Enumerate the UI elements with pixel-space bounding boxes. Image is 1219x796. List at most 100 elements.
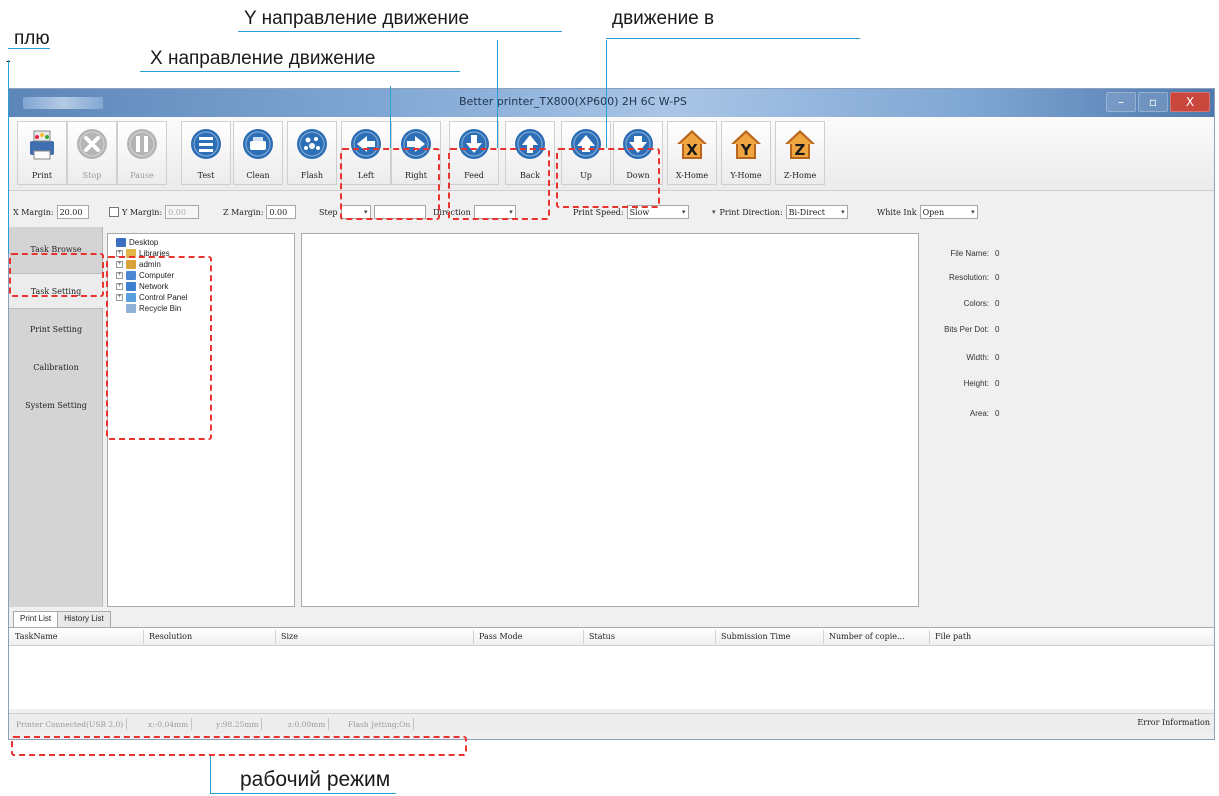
minimize-button[interactable]: – <box>1106 92 1136 112</box>
expand-icon[interactable]: + <box>116 250 123 257</box>
z-margin-field: Z Margin: 0.00 <box>223 205 297 219</box>
tree-item[interactable]: + Computer <box>116 270 174 281</box>
up-button[interactable]: Up <box>561 121 611 185</box>
folder-icon <box>126 282 136 291</box>
back-label: Back <box>520 171 540 180</box>
nav-item-system-setting[interactable]: System Setting <box>9 387 103 423</box>
tree-item[interactable]: Recycle Bin <box>116 303 181 314</box>
error-information[interactable]: Error Information <box>1137 718 1210 727</box>
tab-print-list[interactable]: Print List <box>13 611 59 627</box>
clean-button[interactable]: Clean <box>233 121 283 185</box>
column-header[interactable]: Resolution <box>149 632 192 641</box>
white-ink-select[interactable]: Open ▾ <box>919 205 978 219</box>
info-label: Colors: <box>963 299 989 308</box>
tree-item[interactable]: + Network <box>116 281 168 292</box>
tree-item[interactable]: + Libraries <box>116 248 170 259</box>
test-button[interactable]: Test <box>181 121 231 185</box>
direction-select[interactable]: ▾ <box>473 205 516 219</box>
back-button[interactable]: Back <box>505 121 555 185</box>
column-header[interactable]: Status <box>589 632 615 641</box>
column-divider[interactable] <box>275 630 276 644</box>
folder-icon <box>126 293 136 302</box>
zhome-button[interactable]: Z Z-Home <box>775 121 825 185</box>
feed-button[interactable]: Feed <box>449 121 499 185</box>
print-speed-value: Slow <box>629 207 650 217</box>
right-button[interactable]: Right <box>391 121 441 185</box>
close-button[interactable]: X <box>1170 92 1210 112</box>
column-divider[interactable] <box>583 630 584 644</box>
tree-item-label: Recycle Bin <box>139 304 182 313</box>
y-margin-input[interactable]: 0.00 <box>165 205 200 219</box>
expand-icon[interactable]: + <box>116 261 123 268</box>
annotation-plus: плю <box>14 28 50 49</box>
title-bar: Better printer_TX800(XP600) 2H 6C W-PS –… <box>9 89 1214 117</box>
arrow-right-icon <box>399 122 433 165</box>
nav-item-task-setting[interactable]: Task Setting <box>9 273 103 309</box>
x-margin-field: X Margin: 20.00 <box>13 205 89 219</box>
leader-line <box>8 60 9 254</box>
column-header[interactable]: Pass Mode <box>479 632 522 641</box>
down-button[interactable]: Down <box>613 121 663 185</box>
print-direction-select[interactable]: Bi-Direct ▾ <box>785 205 848 219</box>
annotation-underline <box>8 48 50 49</box>
tree-item[interactable]: + Control Panel <box>116 292 187 303</box>
column-header[interactable]: Submission Time <box>721 632 790 641</box>
column-divider[interactable] <box>823 630 824 644</box>
expand-icon[interactable]: + <box>116 294 123 301</box>
stop-icon <box>75 122 109 165</box>
status-segment: Printer Connected(USB 2.0) <box>13 718 128 730</box>
tree-item[interactable]: + admin <box>116 259 161 270</box>
app-window: Better printer_TX800(XP600) 2H 6C W-PS –… <box>8 88 1215 740</box>
printer-icon <box>25 122 59 165</box>
maximize-button[interactable]: ▫ <box>1138 92 1168 112</box>
direction-label: Direction <box>433 207 471 217</box>
y-margin-checkbox[interactable] <box>109 207 119 217</box>
step-select[interactable]: ▾ <box>340 205 371 219</box>
app-logo-icon <box>23 97 103 109</box>
chevron-down-icon: ▾ <box>509 208 513 216</box>
flash-icon <box>295 122 329 165</box>
info-label: Bits Per Dot: <box>944 325 989 334</box>
y-margin-field: Y Margin: 0.00 <box>109 205 200 219</box>
nav-item-task-browse[interactable]: Task Browse <box>9 231 103 267</box>
tree-item-label: Network <box>139 282 169 291</box>
column-header[interactable]: File path <box>935 632 971 641</box>
leader-line <box>606 40 607 148</box>
folder-icon <box>116 238 126 247</box>
flash-button[interactable]: Flash <box>287 121 337 185</box>
expand-icon[interactable]: + <box>116 272 123 279</box>
status-bar: Error Information Printer Connected(USB … <box>9 713 1214 733</box>
print-button[interactable]: Print <box>17 121 67 185</box>
column-divider[interactable] <box>473 630 474 644</box>
window-title: Better printer_TX800(XP600) 2H 6C W-PS <box>459 95 687 108</box>
tab-history-list[interactable]: History List <box>57 611 111 627</box>
column-divider[interactable] <box>929 630 930 644</box>
info-value: 0 <box>995 379 1000 388</box>
test-label: Test <box>197 171 215 180</box>
pause-button[interactable]: Pause <box>117 121 167 185</box>
stop-button[interactable]: Stop <box>67 121 117 185</box>
column-header[interactable]: Number of copie... <box>829 632 905 641</box>
info-row: Colors: 0 <box>925 299 1045 308</box>
nav-item-calibration[interactable]: Calibration <box>9 349 103 385</box>
step-field: Step ▾ <box>319 205 426 219</box>
tree-item[interactable]: Desktop <box>116 237 158 248</box>
stop-label: Stop <box>82 171 102 180</box>
info-value: 0 <box>995 273 1000 282</box>
info-row: File Name: 0 <box>925 249 1045 258</box>
expand-icon[interactable]: + <box>116 283 123 290</box>
print-speed-select[interactable]: Slow ▾ <box>626 205 689 219</box>
step-label: Step <box>319 207 338 217</box>
step-input[interactable] <box>373 205 426 219</box>
nav-item-print-setting[interactable]: Print Setting <box>9 311 103 347</box>
column-divider[interactable] <box>715 630 716 644</box>
x-margin-input[interactable]: 20.00 <box>56 205 89 219</box>
info-row: Width: 0 <box>925 353 1045 362</box>
xhome-button[interactable]: X X-Home <box>667 121 717 185</box>
column-divider[interactable] <box>143 630 144 644</box>
column-header[interactable]: Size <box>281 632 298 641</box>
yhome-button[interactable]: Y Y-Home <box>721 121 771 185</box>
left-button[interactable]: Left <box>341 121 391 185</box>
z-margin-input[interactable]: 0.00 <box>266 205 297 219</box>
column-header[interactable]: TaskName <box>15 632 58 641</box>
